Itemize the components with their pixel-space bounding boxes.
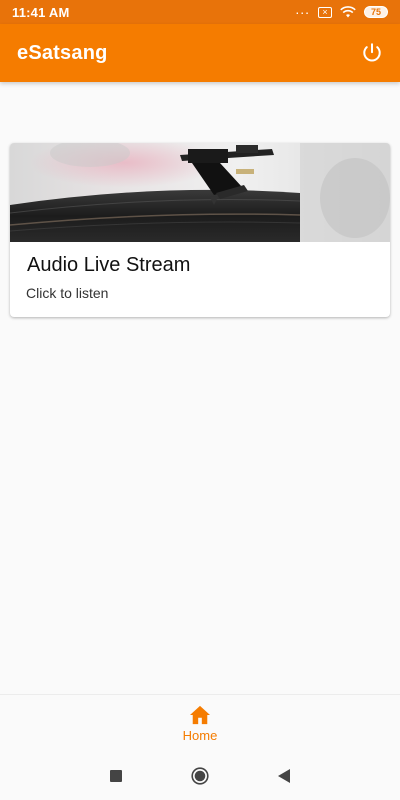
home-circle-icon <box>191 767 209 785</box>
card-body: Audio Live Stream Click to listen <box>10 242 390 301</box>
turntable-record-image <box>10 143 390 242</box>
recents-square-icon <box>110 770 122 782</box>
status-icons: ... × 75 <box>295 2 388 18</box>
back-button[interactable] <box>242 752 326 800</box>
sim-card-icon: × <box>318 6 332 18</box>
status-time: 11:41 AM <box>12 4 70 20</box>
bottom-navigation: Home <box>0 694 400 752</box>
back-triangle-icon <box>278 769 290 783</box>
card-title: Audio Live Stream <box>27 254 191 276</box>
nav-item-home[interactable]: Home <box>182 705 218 743</box>
home-icon <box>190 705 210 724</box>
battery-icon: 75 <box>364 6 388 18</box>
sim-mark: × <box>322 6 328 17</box>
power-icon <box>363 43 381 62</box>
app-title: eSatsang <box>17 41 108 64</box>
home-system-button[interactable] <box>158 752 242 800</box>
recents-button[interactable] <box>74 752 158 800</box>
overflow-dots-icon: ... <box>295 1 310 17</box>
card-subtitle: Click to listen <box>26 285 109 301</box>
power-button[interactable] <box>358 39 386 67</box>
audio-live-stream-card[interactable]: Audio Live Stream Click to listen <box>10 143 390 317</box>
status-bar: 11:41 AM ... × 75 <box>0 0 400 24</box>
wifi-icon <box>340 6 356 18</box>
system-navigation-bar <box>0 752 400 800</box>
nav-label-home: Home <box>182 727 218 743</box>
app-bar: eSatsang <box>0 24 400 82</box>
